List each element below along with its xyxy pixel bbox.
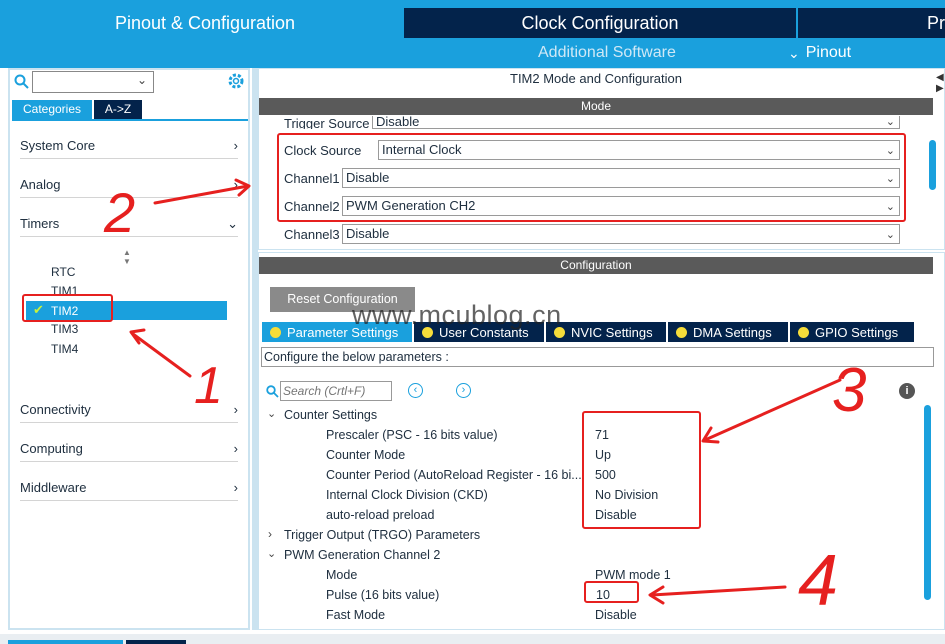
annotation-number: 1 — [194, 357, 223, 415]
annotation-number: 4 — [798, 541, 839, 621]
annotation-number: 3 — [832, 356, 867, 425]
annotation-number: 2 — [104, 181, 136, 244]
